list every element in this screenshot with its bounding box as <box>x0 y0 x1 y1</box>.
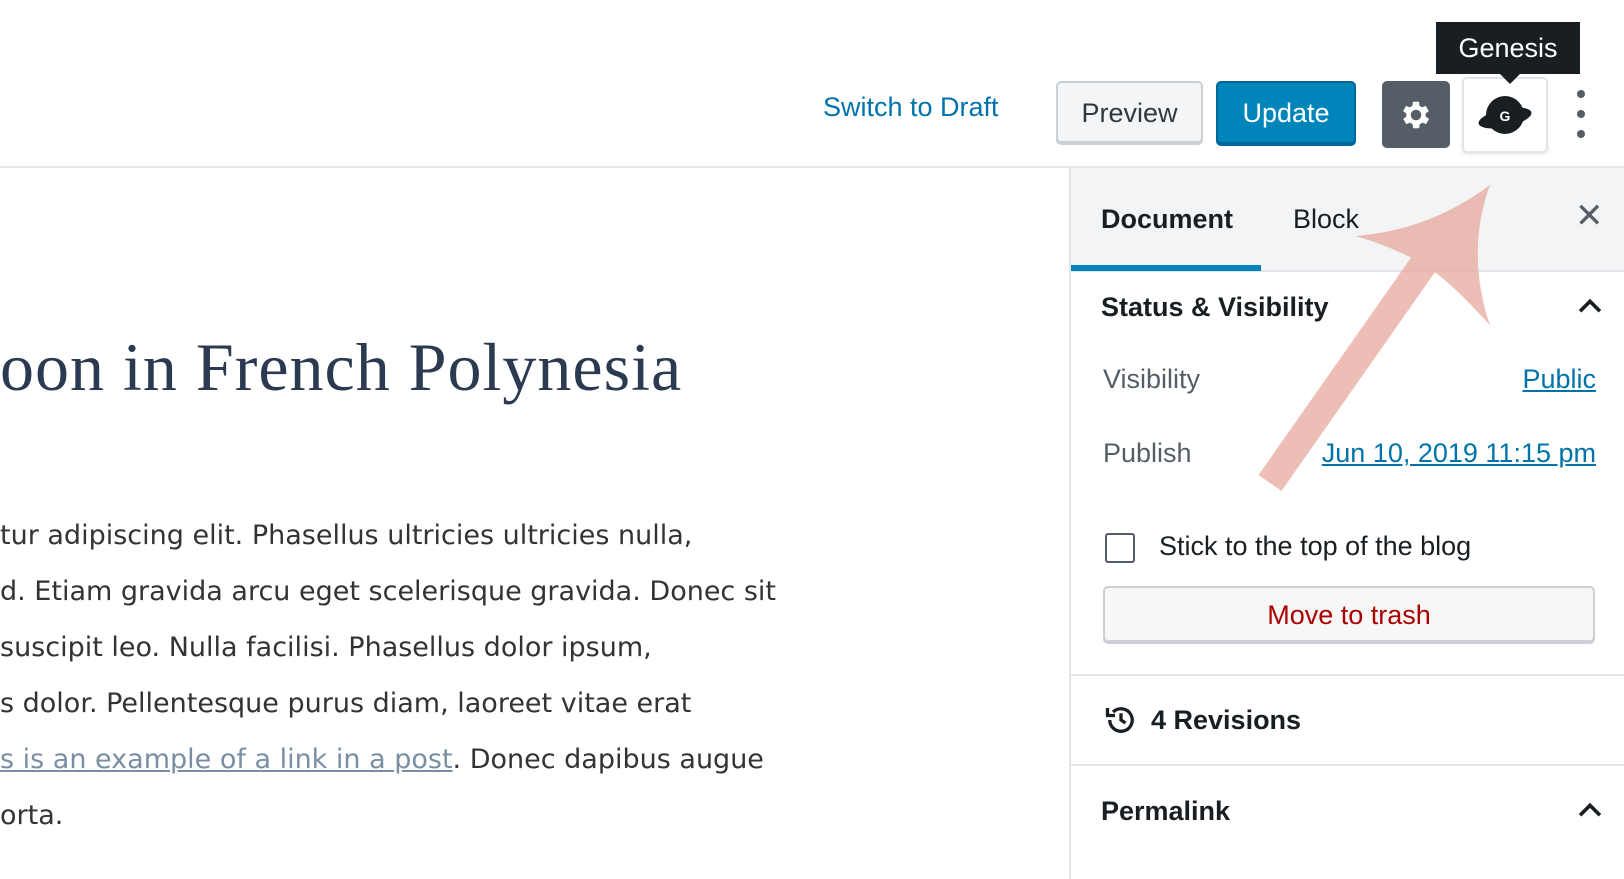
permalink-panel-title[interactable]: Permalink <box>1101 796 1230 827</box>
paragraph-line: d. Etiam gravida arcu eget scelerisque g… <box>0 576 777 607</box>
visibility-label: Visibility <box>1103 364 1201 394</box>
more-options-button[interactable] <box>1566 90 1596 138</box>
switch-to-draft-button[interactable]: Switch to Draft <box>823 92 999 123</box>
post-body[interactable]: tur adipiscing elit. Phasellus ultricies… <box>0 508 776 844</box>
preview-button[interactable]: Preview <box>1056 81 1203 145</box>
paragraph-line: tur adipiscing elit. Phasellus ultricies… <box>0 520 693 551</box>
publish-date-link[interactable]: Jun 10, 2019 11:15 pm <box>1322 438 1596 469</box>
status-visibility-panel-title[interactable]: Status & Visibility <box>1101 292 1329 323</box>
publish-label: Publish <box>1103 438 1192 468</box>
move-to-trash-button[interactable]: Move to trash <box>1103 586 1595 644</box>
close-icon[interactable]: ✕ <box>1575 196 1604 236</box>
panel-divider <box>1071 764 1624 766</box>
settings-button[interactable] <box>1382 81 1450 148</box>
more-dot <box>1577 90 1585 98</box>
visibility-value-link[interactable]: Public <box>1522 364 1596 395</box>
post-title[interactable]: oon in French Polynesia <box>0 328 682 407</box>
history-icon <box>1105 707 1134 733</box>
chevron-up-icon[interactable] <box>1573 794 1607 828</box>
chevron-up-icon[interactable] <box>1573 290 1607 324</box>
gear-icon <box>1403 101 1430 128</box>
paragraph-line: s dolor. Pellentesque purus diam, laoree… <box>0 688 692 719</box>
genesis-letter: G <box>1500 108 1511 124</box>
more-dot <box>1577 130 1585 138</box>
sticky-checkbox[interactable] <box>1105 533 1135 563</box>
paragraph-text: . Donec dapibus augue <box>452 744 764 775</box>
tab-block[interactable]: Block <box>1293 204 1359 235</box>
editor-toolbar: Switch to Draft Preview Update G <box>0 0 1624 168</box>
paragraph-line: suscipit leo. Nulla facilisi. Phasellus … <box>0 632 652 663</box>
sticky-checkbox-label[interactable]: Stick to the top of the blog <box>1159 531 1471 562</box>
settings-sidebar: Document Block ✕ Status & Visibility Vis… <box>1069 168 1624 879</box>
post-link[interactable]: s is an example of a link in a post <box>0 744 453 775</box>
paragraph-line-with-link: s is an example of a link in a post. Don… <box>0 732 776 788</box>
paragraph-line: orta. <box>0 800 64 831</box>
update-button[interactable]: Update <box>1216 81 1356 146</box>
sidebar-header: Document Block ✕ <box>1071 168 1624 272</box>
genesis-tooltip: Genesis <box>1436 22 1580 84</box>
genesis-button[interactable]: G <box>1462 77 1548 153</box>
tab-document[interactable]: Document <box>1101 204 1233 235</box>
active-tab-indicator <box>1071 265 1261 271</box>
more-dot <box>1577 110 1585 118</box>
revisions-link[interactable]: 4 Revisions <box>1151 705 1301 736</box>
genesis-planet-icon: G <box>1478 96 1532 134</box>
panel-divider <box>1071 674 1624 676</box>
